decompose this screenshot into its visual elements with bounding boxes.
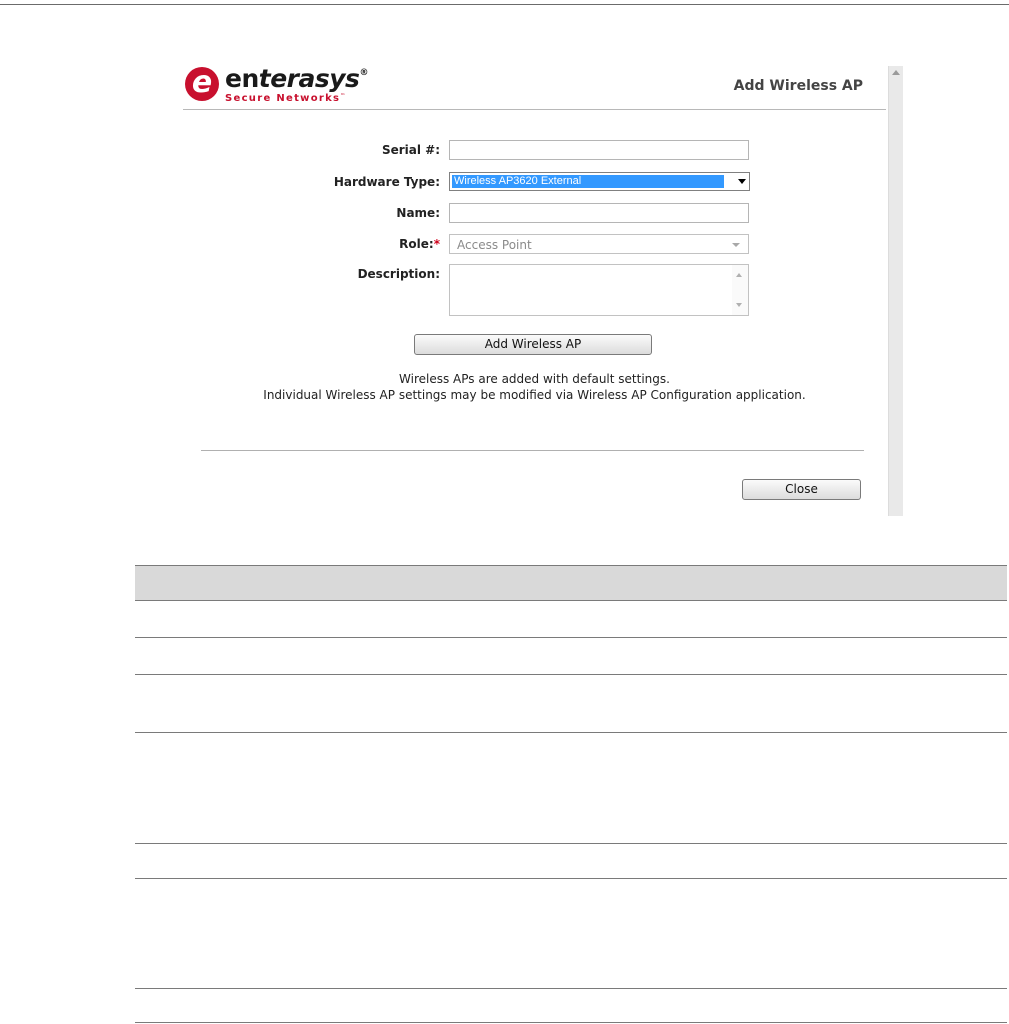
table-header-row [135,565,1007,601]
logo-tagline: Secure Networks™ [225,93,347,104]
info-note-2: Individual Wireless AP settings may be m… [263,388,806,402]
add-wireless-ap-button[interactable]: Add Wireless AP [414,334,652,355]
textarea-scrollbar[interactable] [732,265,748,315]
table-row-divider [135,637,1007,638]
serial-input[interactable] [449,140,749,160]
required-marker: * [433,237,440,251]
table-row-divider [135,878,1007,879]
role-label: Role:* [399,237,440,251]
hardware-type-value: Wireless AP3620 External [452,175,724,188]
table-row-divider [135,674,1007,675]
table-row-divider [135,1022,1007,1023]
name-label: Name: [396,206,440,220]
logo-wordmark: enterasys® [225,64,368,93]
name-input[interactable] [449,203,749,223]
header-divider [183,109,886,110]
description-label: Description: [357,267,440,281]
description-textarea[interactable] [449,264,749,316]
info-note-1: Wireless APs are added with default sett… [399,372,670,386]
table-row-divider [135,732,1007,733]
serial-label: Serial #: [381,143,440,157]
hardware-type-select[interactable]: Wireless AP3620 External [449,172,750,191]
scroll-up-icon[interactable] [736,273,742,277]
logo-mark-icon: e [185,67,219,101]
scroll-up-icon[interactable] [892,70,900,75]
scroll-down-icon[interactable] [736,303,742,307]
page-top-rule [0,4,1009,5]
dialog-title: Add Wireless AP [733,78,863,94]
dialog-scrollbar[interactable] [888,66,903,516]
table-row-divider [135,988,1007,989]
hardware-type-label: Hardware Type: [333,175,440,189]
table-row-divider [135,843,1007,844]
role-select[interactable]: Access Point [449,234,749,254]
role-value: Access Point [457,238,532,252]
footer-divider [201,450,864,451]
chevron-down-icon[interactable] [732,243,740,247]
chevron-down-icon[interactable] [738,179,746,184]
enterasys-logo: e enterasys® Secure Networks™ [185,64,385,107]
close-button[interactable]: Close [742,479,861,500]
add-wireless-ap-dialog: e enterasys® Secure Networks™ Add Wirele… [181,64,903,516]
